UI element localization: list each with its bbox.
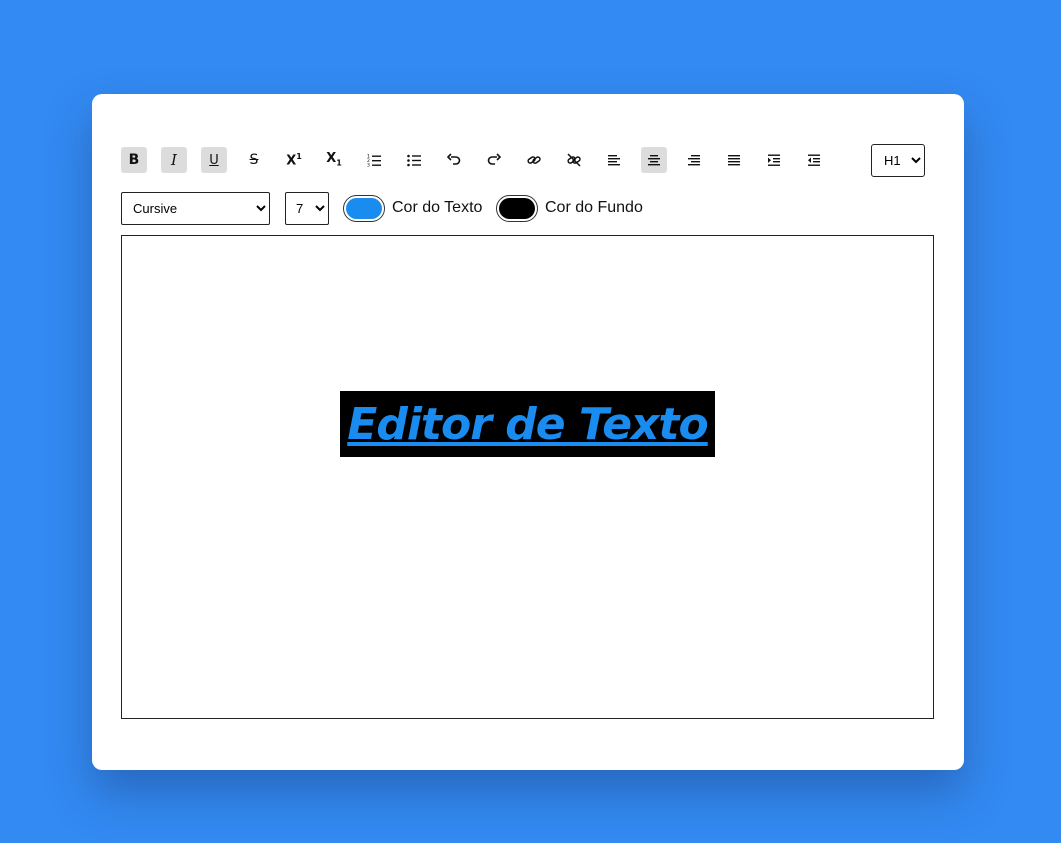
redo-button[interactable] <box>481 147 507 173</box>
background-color-picker[interactable] <box>496 195 538 222</box>
style-controls: Cursive 7 Cor do Texto Cor do Fundo <box>121 192 921 225</box>
undo-button[interactable] <box>441 147 467 173</box>
italic-button[interactable]: I <box>161 147 187 173</box>
align-right-button[interactable] <box>681 147 707 173</box>
subscript-icon: X1 <box>326 151 342 168</box>
svg-text:3: 3 <box>367 163 370 168</box>
align-justify-icon <box>728 155 740 166</box>
text-color-label: Cor do Texto <box>392 199 483 216</box>
indent-icon <box>768 154 780 166</box>
text-color-picker[interactable] <box>343 195 385 222</box>
editor-card: B I U S X1 X1 123 H1 Cursive 7 Cor do Te… <box>92 94 964 770</box>
undo-icon <box>447 153 461 165</box>
strikethrough-button[interactable]: S <box>241 147 267 173</box>
align-center-button[interactable] <box>641 147 667 173</box>
align-justify-button[interactable] <box>721 147 747 173</box>
text-editor-area[interactable]: Editor de Texto <box>121 235 934 719</box>
indent-button[interactable] <box>761 147 787 173</box>
outdent-icon <box>808 154 820 166</box>
align-left-button[interactable] <box>601 147 627 173</box>
redo-icon <box>487 153 501 165</box>
subscript-button[interactable]: X1 <box>321 147 347 173</box>
unordered-list-button[interactable] <box>401 147 427 173</box>
link-button[interactable] <box>521 147 547 173</box>
superscript-icon: X1 <box>286 151 302 169</box>
editor-content-text[interactable]: Editor de Texto <box>347 399 708 450</box>
outdent-button[interactable] <box>801 147 827 173</box>
strikethrough-icon: S <box>249 152 259 168</box>
link-icon <box>527 156 541 164</box>
text-color-swatch <box>346 198 382 219</box>
align-center-icon <box>648 155 660 166</box>
bold-icon: B <box>128 152 140 168</box>
italic-icon: I <box>171 150 177 169</box>
bold-button[interactable]: B <box>121 147 147 173</box>
superscript-button[interactable]: X1 <box>281 147 307 173</box>
ordered-list-icon: 123 <box>367 154 381 168</box>
font-size-select[interactable]: 7 <box>285 192 329 225</box>
heading-select[interactable]: H1 <box>871 144 925 177</box>
background-color-label: Cor do Fundo <box>545 199 643 216</box>
unlink-button[interactable] <box>561 147 587 173</box>
font-family-select[interactable]: Cursive <box>121 192 270 225</box>
underline-button[interactable]: U <box>201 147 227 173</box>
underline-icon: U <box>209 152 219 168</box>
align-left-icon <box>608 155 620 166</box>
formatting-toolbar: B I U S X1 X1 123 H1 <box>121 144 925 177</box>
ordered-list-button[interactable]: 123 <box>361 147 387 173</box>
align-right-icon <box>688 155 700 166</box>
background-color-swatch <box>499 198 535 219</box>
unlink-icon <box>567 153 581 167</box>
editor-content-block[interactable]: Editor de Texto <box>340 391 715 457</box>
unordered-list-icon <box>407 154 421 167</box>
